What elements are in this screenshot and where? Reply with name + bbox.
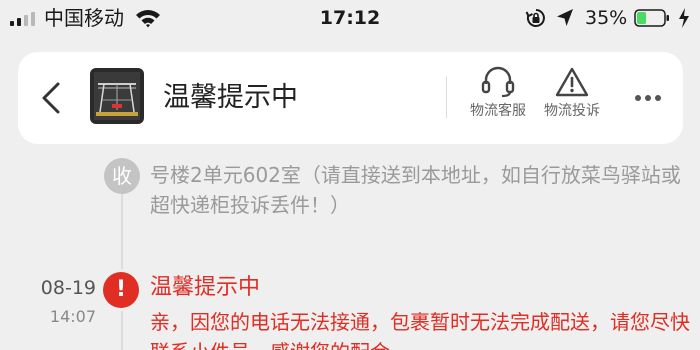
timeline-entry-title: 温馨提示中 xyxy=(150,275,261,300)
battery-percent: 35% xyxy=(585,7,628,29)
timeline-entry-description: 亲，因您的电话无法接通，包裹暂时无法完成配送，请您尽快联系小件员，感谢您的配合 xyxy=(150,310,690,350)
location-arrow-icon xyxy=(557,9,573,26)
timeline-node-receive: 收 xyxy=(104,158,140,194)
delivery-address-text: 号楼2单元602室（请直接送到本地址，如自行放菜鸟驿站或超快递柜投诉丢件！） xyxy=(150,163,681,217)
product-thumbnail xyxy=(90,68,144,124)
timeline-node-alert: ! xyxy=(103,272,139,308)
battery-icon xyxy=(634,9,669,27)
timeline-date: 08-19 xyxy=(40,277,96,299)
logistics-service-label: 物流客服 xyxy=(470,103,526,119)
status-bar: 中国移动 17:12 35% xyxy=(0,0,700,36)
logistics-complaint-label: 物流投诉 xyxy=(544,103,600,119)
more-dots-icon[interactable] xyxy=(630,88,666,108)
logistics-service-button[interactable]: 物流客服 xyxy=(463,66,533,120)
warning-icon xyxy=(555,67,589,97)
timeline-cutoff-line xyxy=(150,150,670,160)
page-title: 温馨提示中 xyxy=(163,82,298,113)
screen: 中国移动 17:12 35% 温馨提示中 物流客服 物流投诉 收 号楼2单元60… xyxy=(0,0,700,350)
back-button[interactable] xyxy=(36,76,66,120)
logistics-complaint-button[interactable]: 物流投诉 xyxy=(537,66,607,120)
rotation-lock-icon xyxy=(525,9,545,27)
charging-bolt-icon xyxy=(679,8,689,28)
logistics-header-card: 温馨提示中 物流客服 物流投诉 xyxy=(18,52,683,144)
header-divider xyxy=(446,76,447,118)
headset-icon xyxy=(481,66,515,98)
timeline-time: 14:07 xyxy=(49,307,96,326)
